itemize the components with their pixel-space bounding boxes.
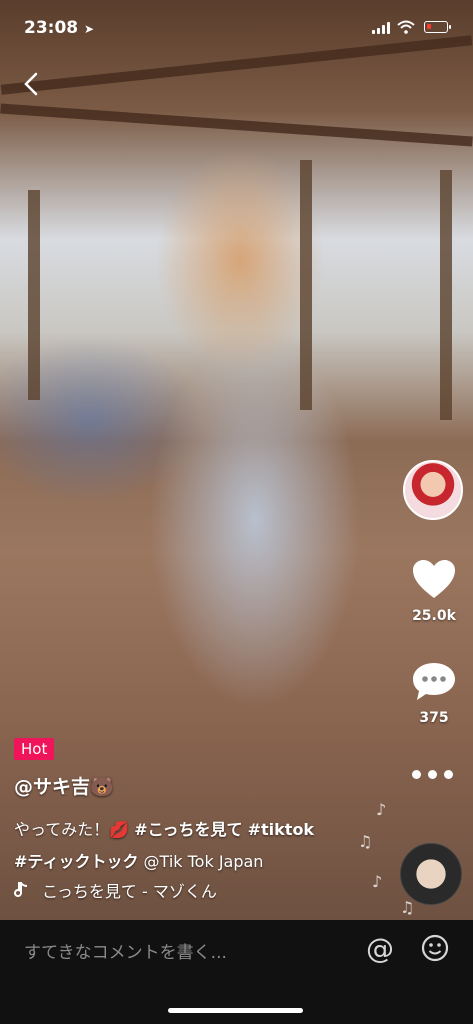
- comment-icon: [413, 663, 455, 700]
- music-info[interactable]: こっちを見て - マゾくん: [14, 878, 217, 902]
- mention-link[interactable]: @Tik Tok Japan: [144, 852, 264, 871]
- home-indicator: [168, 1008, 303, 1013]
- back-icon[interactable]: [18, 70, 46, 98]
- video-caption: やってみた！💋 #こっちを見て #tiktok #ティックトック @Tik To…: [14, 820, 315, 871]
- music-note-icon: ♪: [376, 800, 387, 819]
- battery-icon: [424, 21, 451, 33]
- hashtag-link[interactable]: #こっちを見て: [134, 820, 242, 839]
- emoji-icon[interactable]: [421, 934, 449, 962]
- username[interactable]: @サキ吉🐻: [14, 772, 114, 799]
- music-note-icon: ♪: [372, 872, 383, 891]
- music-note-icon: ♫: [358, 832, 373, 851]
- status-bar: 23:08 ➤: [0, 0, 473, 56]
- status-time: 23:08 ➤: [24, 18, 95, 38]
- pillar: [440, 170, 452, 420]
- more-icon[interactable]: [412, 770, 453, 779]
- comment-button[interactable]: 375: [403, 660, 465, 726]
- pillar: [28, 190, 40, 400]
- music-disc-icon[interactable]: [400, 843, 462, 905]
- hashtag-link[interactable]: #tiktok: [248, 820, 314, 839]
- pillar: [300, 160, 312, 410]
- comment-input[interactable]: すてきなコメントを書く...: [24, 938, 227, 963]
- comment-count: 375: [419, 710, 449, 726]
- heart-icon: [413, 560, 455, 598]
- like-button[interactable]: 25.0k: [403, 558, 465, 624]
- creator-avatar[interactable]: [403, 460, 463, 520]
- hot-badge: Hot: [14, 738, 55, 760]
- tiktok-note-icon: [14, 882, 28, 897]
- cellular-signal-icon: [372, 22, 390, 34]
- wifi-icon: [397, 20, 415, 34]
- ceiling-beam: [0, 103, 473, 147]
- comment-bar: すてきなコメントを書く... @: [0, 920, 473, 1024]
- music-title: こっちを見て - マゾくん: [42, 882, 217, 901]
- music-note-icon: ♫: [400, 898, 415, 917]
- like-count: 25.0k: [412, 608, 456, 624]
- hashtag-link[interactable]: #ティックトック: [14, 852, 138, 871]
- at-icon[interactable]: @: [366, 932, 394, 965]
